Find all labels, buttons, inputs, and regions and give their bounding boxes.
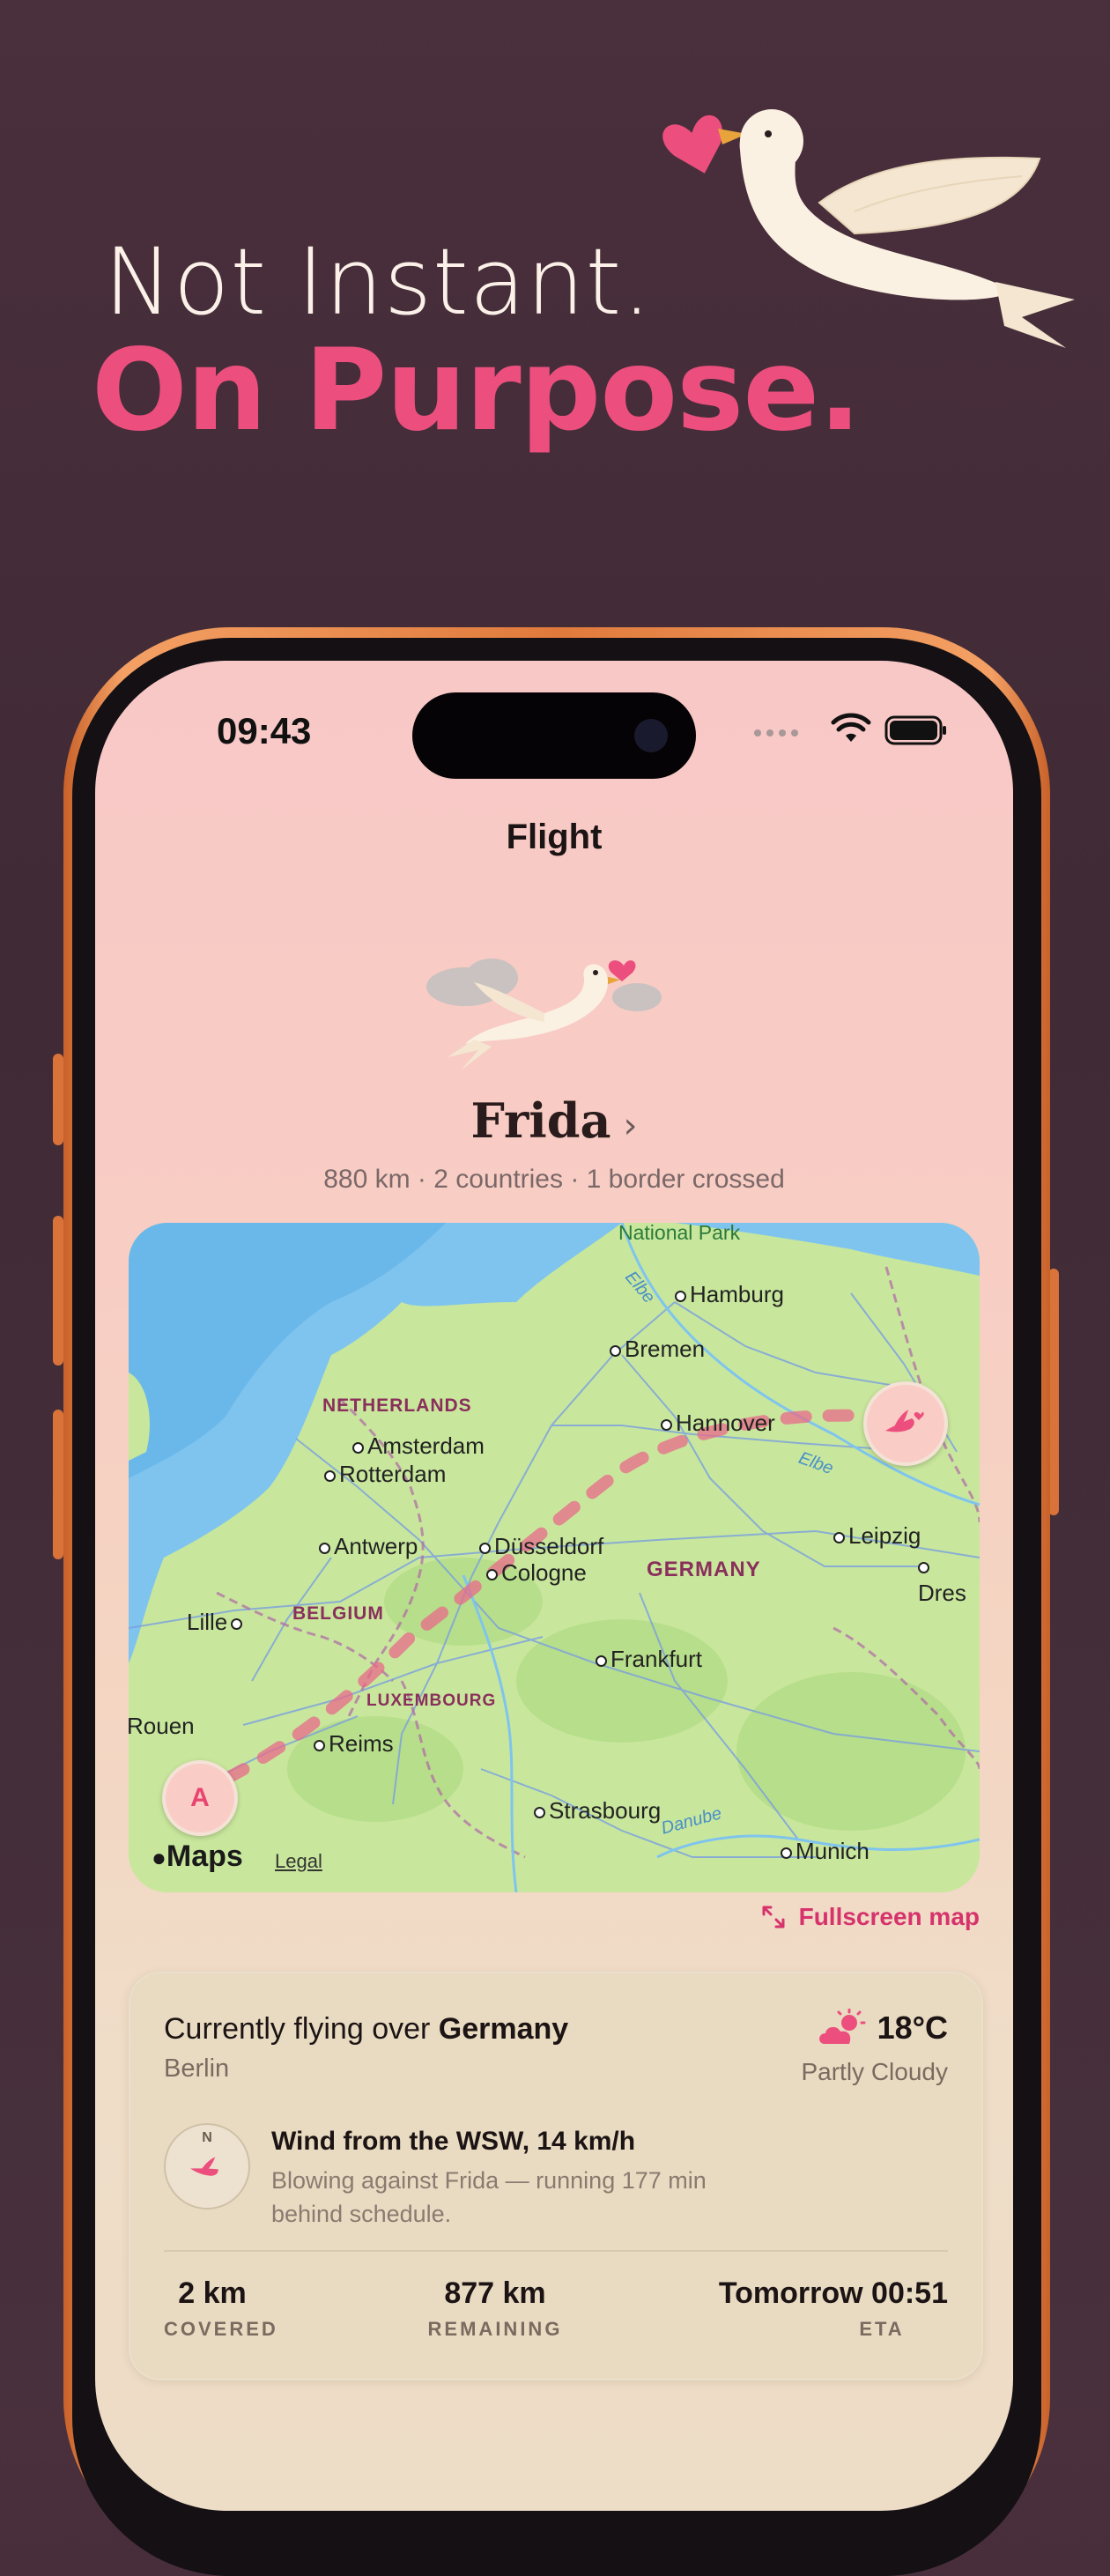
- app-screen: 09:43 Flight Frida › 880 km · 2 countrie…: [95, 661, 1013, 2511]
- bird-position-marker[interactable]: [863, 1381, 948, 1466]
- wind-title: Wind from the WSW, 14 km/h: [271, 2127, 636, 2156]
- fullscreen-map-button[interactable]: Fullscreen map: [760, 1903, 980, 1931]
- stat-eta: Tomorrow 00:51 ETA: [684, 2276, 948, 2341]
- current-location-title: Currently flying over Germany: [164, 2012, 569, 2046]
- map-city-label: Düsseldorf: [479, 1533, 603, 1560]
- wind-compass: N: [164, 2123, 250, 2210]
- temperature: 18°C: [818, 2009, 948, 2047]
- map-city-label: Bremen: [610, 1336, 705, 1363]
- map-city-label: Hamburg: [675, 1281, 784, 1308]
- stat-eta-label: ETA: [859, 2318, 905, 2340]
- nav-title: Flight: [506, 818, 603, 856]
- map-city-label: Antwerp: [319, 1533, 418, 1560]
- stat-remaining-value: 877 km: [444, 2276, 546, 2310]
- map-city-label: Munich: [781, 1838, 870, 1865]
- status-icons: [747, 712, 950, 751]
- legal-link[interactable]: Legal: [275, 1850, 322, 1873]
- map-city-label: Reims: [314, 1730, 394, 1758]
- stat-remaining-label: REMAINING: [427, 2318, 563, 2340]
- dynamic-island: [412, 692, 696, 779]
- bird-marker-icon: [885, 1410, 924, 1432]
- front-camera: [634, 719, 668, 752]
- map-city-label: Frankfurt: [596, 1646, 702, 1673]
- start-point-badge[interactable]: A: [162, 1760, 238, 1836]
- weather-condition: Partly Cloudy: [801, 2058, 948, 2085]
- current-country: Germany: [438, 2012, 569, 2046]
- bird-name: Frida: [470, 1092, 611, 1149]
- map-city-label: Cologne: [486, 1559, 587, 1587]
- wifi-icon: [831, 713, 871, 742]
- map-country-label: BELGIUM: [292, 1603, 384, 1624]
- wind-description: Blowing against Frida — running 177 min …: [271, 2167, 707, 2227]
- dove-with-heart-illustration: [652, 79, 1092, 374]
- map-city-label: Strasbourg: [534, 1797, 661, 1825]
- fullscreen-map-label: Fullscreen map: [798, 1903, 980, 1930]
- map-city-label: Lille: [187, 1609, 246, 1636]
- chevron-right-icon: ›: [623, 1106, 638, 1146]
- stat-covered: 2 km COVERED: [164, 2276, 278, 2341]
- map-country-label: GERMANY: [647, 1558, 761, 1581]
- card-divider: [164, 2250, 948, 2252]
- bird-name-button[interactable]: Frida ›: [95, 1092, 1013, 1149]
- battery-icon: [884, 715, 946, 745]
- volume-up-button: [53, 1216, 63, 1366]
- map-label-national-park: National Park: [618, 1223, 741, 1244]
- flight-status-card: Currently flying over Germany Berlin 18°…: [129, 1972, 983, 2380]
- stat-remaining: 877 km REMAINING: [425, 2276, 566, 2341]
- action-button: [53, 1054, 63, 1145]
- trip-summary: 880 km · 2 countries · 1 border crossed: [323, 1165, 785, 1194]
- flight-map[interactable]: National Park Elbe Elbe Danube Hamburg B…: [129, 1223, 980, 1892]
- map-city-label: Rotterdam: [324, 1461, 446, 1488]
- map-city-label: Dres: [918, 1552, 980, 1607]
- wind-bird-icon: [190, 2157, 218, 2176]
- stat-covered-label: COVERED: [164, 2318, 278, 2340]
- stat-covered-value: 2 km: [178, 2276, 247, 2310]
- signal-dots-icon: [754, 729, 798, 737]
- map-city-label: Hannover: [661, 1410, 775, 1437]
- volume-down-button: [53, 1410, 63, 1559]
- status-time: 09:43: [217, 710, 312, 751]
- bird-flying-icon: [412, 943, 694, 1079]
- map-city-label: Rouen: [129, 1713, 195, 1739]
- map-city-label: Amsterdam: [352, 1432, 485, 1460]
- map-country-label: NETHERLANDS: [322, 1395, 472, 1416]
- map-city-label: Leipzig: [833, 1522, 921, 1550]
- hero-headline-line1: Not Instant.: [104, 228, 653, 336]
- current-city: Berlin: [164, 2054, 230, 2083]
- partly-cloudy-icon: [818, 2009, 866, 2044]
- apple-maps-attribution: ●Maps: [152, 1839, 243, 1873]
- map-country-label: LUXEMBOURG: [366, 1691, 497, 1710]
- apple-logo-icon: ●: [152, 1844, 166, 1871]
- expand-icon: [762, 1906, 785, 1928]
- stat-eta-value: Tomorrow 00:51: [718, 2276, 948, 2310]
